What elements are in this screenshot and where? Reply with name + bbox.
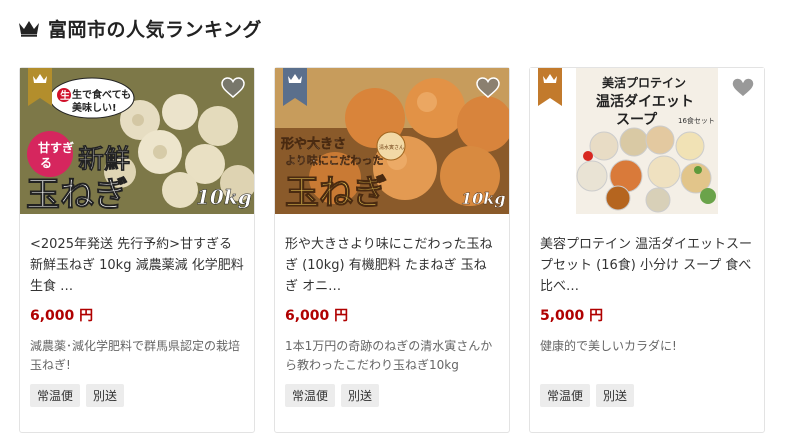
tag-list: 常温便 別送 (540, 384, 754, 407)
onion-photo-2: 形や大きさ より味にこだわった 清水寅さん 玉ねぎ 10kg (275, 68, 509, 214)
tag-list: 常温便 別送 (285, 384, 499, 407)
rank-badge (28, 68, 52, 106)
svg-text:10kg: 10kg (461, 189, 506, 208)
svg-text:玉ねぎ: 玉ねぎ (285, 173, 387, 213)
tag-separate-delivery: 別送 (596, 384, 635, 407)
svg-text:甘すぎ: 甘すぎ (38, 140, 74, 155)
svg-text:る: る (40, 156, 52, 170)
svg-text:16食セット: 16食セット (678, 116, 715, 125)
page-title: 富岡市の人気ランキング (48, 18, 262, 41)
svg-text:美活プロテイン: 美活プロテイン (602, 75, 686, 90)
product-description: 1本1万円の奇跡のねぎの清水寅さんから教わったこだわり玉ねぎ10kg (285, 339, 493, 372)
svg-text:10kg: 10kg (196, 185, 252, 209)
svg-text:温活ダイエット: 温活ダイエット (596, 93, 694, 110)
tag-separate-delivery: 別送 (341, 384, 380, 407)
ranking-header: 富岡市の人気ランキング (18, 14, 262, 42)
product-price: 5,000 円 (540, 308, 604, 324)
tag-shipping-temp: 常温便 (30, 384, 81, 407)
product-card-2[interactable]: 形や大きさ より味にこだわった 清水寅さん 玉ねぎ 10kg 2 形や大きさより… (274, 67, 510, 433)
soup-photo-3: 美活プロテイン 温活ダイエット スープ 16食セット (530, 68, 764, 214)
product-image[interactable]: 生 生で食べても 美味しい! 甘すぎ る 新鮮 玉ねぎ 10kg 1 (20, 68, 254, 214)
onion-photo-1: 生 生で食べても 美味しい! 甘すぎ る 新鮮 玉ねぎ 10kg (20, 68, 254, 214)
svg-text:新鮮: 新鮮 (78, 144, 130, 175)
crown-icon (19, 21, 39, 37)
rank-badge (538, 68, 562, 106)
product-card-1[interactable]: 生 生で食べても 美味しい! 甘すぎ る 新鮮 玉ねぎ 10kg 1 <2025… (19, 67, 255, 433)
product-price: 6,000 円 (285, 308, 349, 324)
product-name[interactable]: 美容プロテイン 温活ダイエットスープセット (16食) 小分け スープ 食べ比べ… (540, 234, 754, 297)
product-card-3[interactable]: 美活プロテイン 温活ダイエット スープ 16食セット 3 美容 (529, 67, 765, 433)
product-price: 6,000 円 (30, 308, 94, 324)
svg-text:清水寅さん: 清水寅さん (379, 144, 404, 151)
product-image[interactable]: 美活プロテイン 温活ダイエット スープ 16食セット 3 (530, 68, 764, 214)
svg-text:美味しい!: 美味しい! (72, 101, 117, 114)
product-description: 健康的で美しいカラダに! (540, 339, 677, 353)
product-name[interactable]: <2025年発送 先行予約>甘すぎる新鮮玉ねぎ 10kg 減農薬減 化学肥料 生… (30, 234, 244, 297)
rank-badge (283, 68, 307, 106)
tag-shipping-temp: 常温便 (540, 384, 591, 407)
svg-text:生で食べても: 生で食べても (72, 88, 131, 101)
tag-shipping-temp: 常温便 (285, 384, 336, 407)
svg-text:より味にこだわった: より味にこだわった (285, 153, 384, 167)
product-description: 減農薬･減化学肥料で群馬県認定の栽培玉ねぎ! (30, 339, 241, 372)
svg-text:玉ねぎ: 玉ねぎ (26, 175, 128, 214)
tag-list: 常温便 別送 (30, 384, 244, 407)
tag-separate-delivery: 別送 (86, 384, 125, 407)
heart-icon[interactable] (731, 77, 755, 99)
heart-icon[interactable] (476, 77, 500, 99)
heart-icon[interactable] (221, 77, 245, 99)
svg-text:スープ: スープ (616, 112, 658, 128)
svg-text:生: 生 (60, 89, 70, 102)
product-name[interactable]: 形や大きさより味にこだわった玉ねぎ (10kg) 有機肥料 たまねぎ 玉ねぎ オ… (285, 234, 499, 297)
svg-text:形や大きさ: 形や大きさ (281, 136, 346, 152)
product-image[interactable]: 形や大きさ より味にこだわった 清水寅さん 玉ねぎ 10kg 2 (275, 68, 509, 214)
